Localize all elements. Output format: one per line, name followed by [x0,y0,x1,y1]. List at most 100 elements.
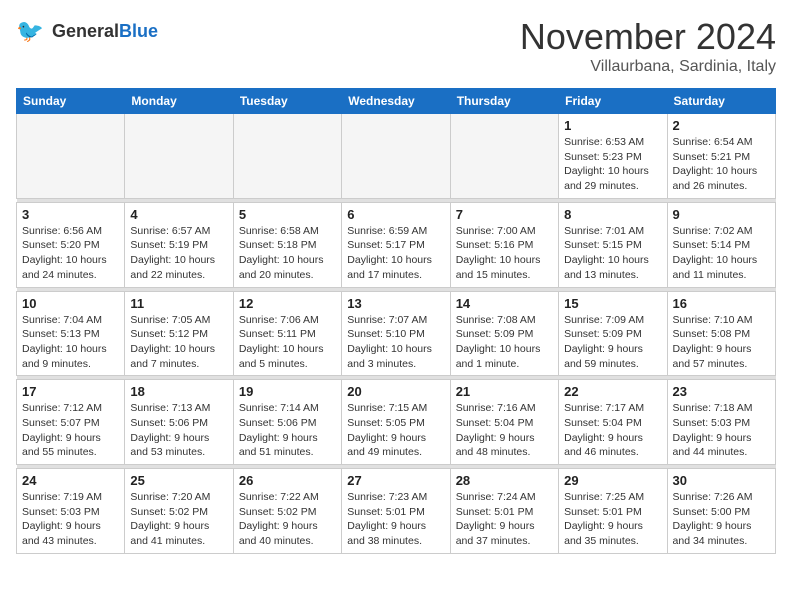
day-number: 27 [347,473,444,488]
day-number: 21 [456,384,553,399]
day-info: Sunrise: 7:13 AM Sunset: 5:06 PM Dayligh… [130,401,227,460]
logo-icon: 🐦 [16,16,48,48]
calendar-day [342,114,450,199]
calendar-day: 6 Sunrise: 6:59 AM Sunset: 5:17 PM Daylig… [342,202,450,287]
calendar-day: 3 Sunrise: 6:56 AM Sunset: 5:20 PM Daylig… [17,202,125,287]
week-row: 17 Sunrise: 7:12 AM Sunset: 5:07 PM Dayli… [17,380,776,465]
day-number: 25 [130,473,227,488]
day-number: 15 [564,296,661,311]
week-row: 1Sunrise: 6:53 AM Sunset: 5:23 PM Daylig… [17,114,776,199]
day-info: Sunrise: 7:20 AM Sunset: 5:02 PM Dayligh… [130,490,227,549]
day-info: Sunrise: 6:56 AM Sunset: 5:20 PM Dayligh… [22,224,119,283]
day-number: 9 [673,207,770,222]
day-number: 17 [22,384,119,399]
calendar-day [17,114,125,199]
calendar-day: 26Sunrise: 7:22 AM Sunset: 5:02 PM Dayli… [233,469,341,554]
day-number: 4 [130,207,227,222]
day-number: 20 [347,384,444,399]
day-info: Sunrise: 7:12 AM Sunset: 5:07 PM Dayligh… [22,401,119,460]
weekday-header: Sunday [17,89,125,114]
week-row: 3 Sunrise: 6:56 AM Sunset: 5:20 PM Daylig… [17,202,776,287]
week-row: 24 Sunrise: 7:19 AM Sunset: 5:03 PM Dayli… [17,469,776,554]
weekday-header: Monday [125,89,233,114]
day-number: 12 [239,296,336,311]
calendar-day: 21 Sunrise: 7:16 AM Sunset: 5:04 PM Dayli… [450,380,558,465]
day-number: 13 [347,296,444,311]
calendar-day: 2 Sunrise: 6:54 AM Sunset: 5:21 PM Daylig… [667,114,775,199]
day-number: 14 [456,296,553,311]
svg-text:🐦: 🐦 [16,18,44,43]
calendar-day [125,114,233,199]
day-info: Sunrise: 6:57 AM Sunset: 5:19 PM Dayligh… [130,224,227,283]
day-number: 19 [239,384,336,399]
day-number: 1 [564,118,661,133]
day-number: 22 [564,384,661,399]
calendar-day: 10 Sunrise: 7:04 AM Sunset: 5:13 PM Dayli… [17,291,125,376]
day-number: 23 [673,384,770,399]
day-info: Sunrise: 7:00 AM Sunset: 5:16 PM Dayligh… [456,224,553,283]
day-number: 29 [564,473,661,488]
day-number: 30 [673,473,770,488]
page-header: 🐦 GeneralBlue November 2024 Villaurbana,… [16,16,776,76]
calendar-day: 14 Sunrise: 7:08 AM Sunset: 5:09 PM Dayli… [450,291,558,376]
logo: 🐦 GeneralBlue [16,16,158,48]
day-info: Sunrise: 7:08 AM Sunset: 5:09 PM Dayligh… [456,313,553,372]
day-info: Sunrise: 7:23 AM Sunset: 5:01 PM Dayligh… [347,490,444,549]
calendar-day: 22 Sunrise: 7:17 AM Sunset: 5:04 PM Dayli… [559,380,667,465]
day-number: 24 [22,473,119,488]
day-number: 6 [347,207,444,222]
day-info: Sunrise: 7:15 AM Sunset: 5:05 PM Dayligh… [347,401,444,460]
calendar-table: SundayMondayTuesdayWednesdayThursdayFrid… [16,88,776,554]
calendar-day: 17 Sunrise: 7:12 AM Sunset: 5:07 PM Dayli… [17,380,125,465]
day-info: Sunrise: 7:25 AM Sunset: 5:01 PM Dayligh… [564,490,661,549]
day-info: Sunrise: 7:26 AM Sunset: 5:00 PM Dayligh… [673,490,770,549]
day-number: 8 [564,207,661,222]
day-number: 3 [22,207,119,222]
calendar-day: 20 Sunrise: 7:15 AM Sunset: 5:05 PM Dayli… [342,380,450,465]
calendar-day: 9Sunrise: 7:02 AM Sunset: 5:14 PM Daylig… [667,202,775,287]
day-number: 11 [130,296,227,311]
weekday-header: Friday [559,89,667,114]
calendar-day: 1Sunrise: 6:53 AM Sunset: 5:23 PM Daylig… [559,114,667,199]
location: Villaurbana, Sardinia, Italy [520,58,776,76]
logo-text: GeneralBlue [52,22,158,42]
calendar-day: 5 Sunrise: 6:58 AM Sunset: 5:18 PM Daylig… [233,202,341,287]
calendar-day: 28Sunrise: 7:24 AM Sunset: 5:01 PM Dayli… [450,469,558,554]
day-info: Sunrise: 7:19 AM Sunset: 5:03 PM Dayligh… [22,490,119,549]
calendar-day: 13Sunrise: 7:07 AM Sunset: 5:10 PM Dayli… [342,291,450,376]
day-number: 7 [456,207,553,222]
day-number: 5 [239,207,336,222]
weekday-header: Wednesday [342,89,450,114]
weekday-header: Tuesday [233,89,341,114]
day-number: 10 [22,296,119,311]
calendar-day: 19 Sunrise: 7:14 AM Sunset: 5:06 PM Dayli… [233,380,341,465]
day-info: Sunrise: 7:17 AM Sunset: 5:04 PM Dayligh… [564,401,661,460]
day-info: Sunrise: 7:24 AM Sunset: 5:01 PM Dayligh… [456,490,553,549]
calendar-day: 12 Sunrise: 7:06 AM Sunset: 5:11 PM Dayli… [233,291,341,376]
weekday-header: Thursday [450,89,558,114]
calendar-day: 18 Sunrise: 7:13 AM Sunset: 5:06 PM Dayli… [125,380,233,465]
day-info: Sunrise: 7:01 AM Sunset: 5:15 PM Dayligh… [564,224,661,283]
day-info: Sunrise: 6:54 AM Sunset: 5:21 PM Dayligh… [673,135,770,194]
calendar-day: 16Sunrise: 7:10 AM Sunset: 5:08 PM Dayli… [667,291,775,376]
day-info: Sunrise: 6:58 AM Sunset: 5:18 PM Dayligh… [239,224,336,283]
day-info: Sunrise: 7:04 AM Sunset: 5:13 PM Dayligh… [22,313,119,372]
calendar-day: 24 Sunrise: 7:19 AM Sunset: 5:03 PM Dayli… [17,469,125,554]
calendar-day: 11 Sunrise: 7:05 AM Sunset: 5:12 PM Dayli… [125,291,233,376]
day-info: Sunrise: 7:05 AM Sunset: 5:12 PM Dayligh… [130,313,227,372]
calendar-day [450,114,558,199]
weekday-header: Saturday [667,89,775,114]
day-number: 18 [130,384,227,399]
day-info: Sunrise: 7:16 AM Sunset: 5:04 PM Dayligh… [456,401,553,460]
day-info: Sunrise: 6:59 AM Sunset: 5:17 PM Dayligh… [347,224,444,283]
calendar-day: 7 Sunrise: 7:00 AM Sunset: 5:16 PM Daylig… [450,202,558,287]
calendar-day: 4 Sunrise: 6:57 AM Sunset: 5:19 PM Daylig… [125,202,233,287]
month-title: November 2024 [520,16,776,58]
title-block: November 2024 Villaurbana, Sardinia, Ita… [520,16,776,76]
day-info: Sunrise: 7:14 AM Sunset: 5:06 PM Dayligh… [239,401,336,460]
day-number: 16 [673,296,770,311]
day-number: 2 [673,118,770,133]
calendar-day: 25 Sunrise: 7:20 AM Sunset: 5:02 PM Dayli… [125,469,233,554]
day-info: Sunrise: 7:06 AM Sunset: 5:11 PM Dayligh… [239,313,336,372]
week-row: 10 Sunrise: 7:04 AM Sunset: 5:13 PM Dayli… [17,291,776,376]
